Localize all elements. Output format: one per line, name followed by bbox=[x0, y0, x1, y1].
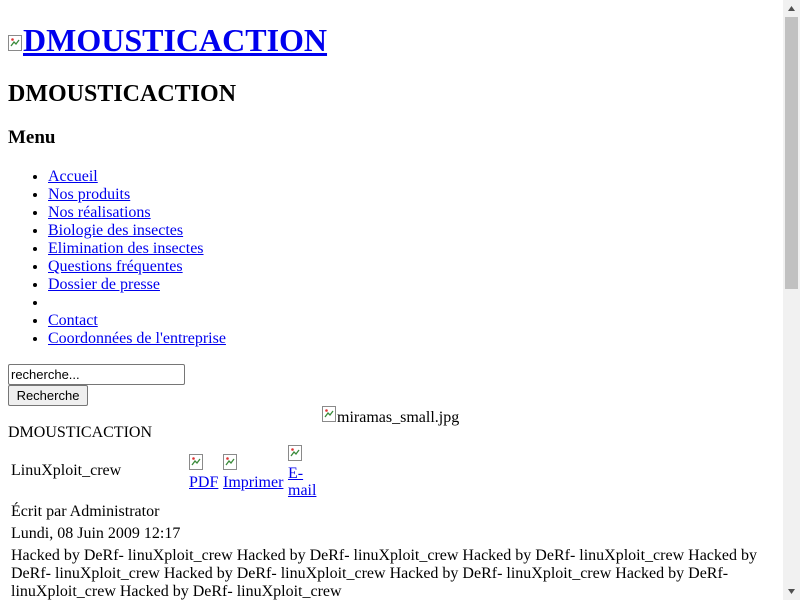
main-menu: Accueil Nos produits Nos réalisations Bi… bbox=[8, 168, 226, 348]
scroll-down-arrow-icon[interactable] bbox=[783, 583, 800, 600]
menu-link-biologie[interactable]: Biologie des insectes bbox=[48, 222, 183, 239]
search-input[interactable] bbox=[8, 364, 185, 385]
article-author: Écrit par Administrator bbox=[11, 503, 160, 520]
broken-image-icon bbox=[322, 406, 336, 422]
site-title: DMOUSTICACTION bbox=[8, 81, 237, 107]
pdf-icon bbox=[189, 454, 203, 470]
page: DMOUSTICACTION DMOUSTICACTION Menu Accue… bbox=[8, 0, 782, 600]
search-button[interactable]: Recherche bbox=[8, 385, 88, 406]
menu-link-dossier-presse[interactable]: Dossier de presse bbox=[48, 276, 160, 293]
print-icon bbox=[223, 454, 237, 470]
menu-item: Accueil bbox=[48, 168, 226, 186]
menu-item: Questions fréquentes bbox=[48, 258, 226, 276]
banner-image: miramas_small.jpg bbox=[322, 406, 459, 427]
article-body: Hacked by DeRf- linuXploit_crew Hacked b… bbox=[11, 547, 757, 600]
menu-item: Nos réalisations bbox=[48, 204, 226, 222]
scroll-up-arrow-icon[interactable] bbox=[783, 0, 800, 17]
email-icon bbox=[288, 445, 302, 461]
print-label: Imprimer bbox=[223, 474, 284, 491]
pdf-button[interactable]: PDF bbox=[189, 454, 218, 491]
scrollbar-thumb[interactable] bbox=[785, 17, 798, 289]
pdf-label: PDF bbox=[189, 474, 219, 491]
email-button[interactable]: E-mail bbox=[288, 445, 324, 499]
menu-link-accueil[interactable]: Accueil bbox=[48, 168, 98, 185]
logo-alt-text: DMOUSTICACTION bbox=[23, 22, 328, 58]
menu-heading: Menu bbox=[8, 127, 56, 148]
menu-item: Nos produits bbox=[48, 186, 226, 204]
menu-link-coordonnees[interactable]: Coordonnées de l'entreprise bbox=[48, 330, 226, 347]
vertical-scrollbar[interactable] bbox=[783, 0, 800, 600]
menu-item-empty bbox=[48, 294, 226, 312]
menu-link-nos-produits[interactable]: Nos produits bbox=[48, 186, 130, 203]
menu-item: Contact bbox=[48, 312, 226, 330]
menu-item: Dossier de presse bbox=[48, 276, 226, 294]
section-title: DMOUSTICACTION bbox=[8, 424, 152, 441]
menu-link-questions[interactable]: Questions fréquentes bbox=[48, 258, 183, 275]
menu-link-nos-realisations[interactable]: Nos réalisations bbox=[48, 204, 151, 221]
menu-item: Coordonnées de l'entreprise bbox=[48, 330, 226, 348]
article-title: LinuXploit_crew bbox=[11, 462, 122, 479]
logo-heading: DMOUSTICACTION bbox=[8, 22, 327, 58]
article-date: Lundi, 08 Juin 2009 12:17 bbox=[11, 525, 181, 542]
banner-alt-text: miramas_small.jpg bbox=[337, 409, 460, 426]
menu-item: Biologie des insectes bbox=[48, 222, 226, 240]
menu-link-contact[interactable]: Contact bbox=[48, 312, 98, 329]
menu-item: Elimination des insectes bbox=[48, 240, 226, 258]
menu-link-elimination[interactable]: Elimination des insectes bbox=[48, 240, 204, 257]
email-label: E-mail bbox=[288, 465, 317, 499]
article-header: LinuXploit_crew PDF Imprimer E-mail bbox=[11, 445, 331, 499]
broken-image-icon bbox=[8, 35, 22, 51]
logo-link[interactable]: DMOUSTICACTION bbox=[8, 22, 327, 58]
print-button[interactable]: Imprimer bbox=[223, 454, 283, 491]
